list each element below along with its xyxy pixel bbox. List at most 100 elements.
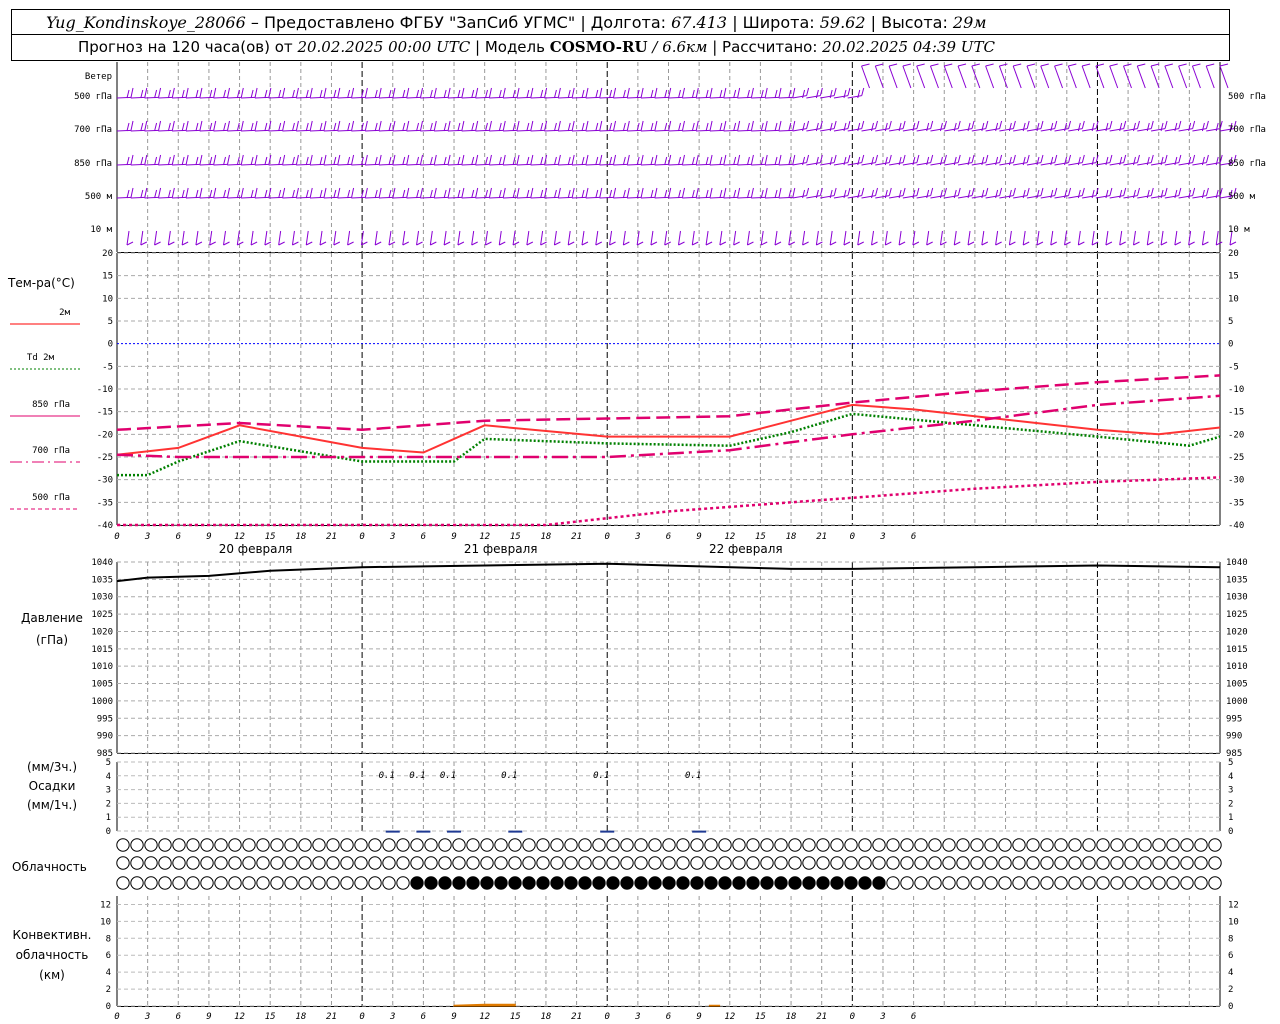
hour-tick-bottom: 3 xyxy=(144,1012,150,1022)
wind-barb xyxy=(981,230,985,246)
wind-barb xyxy=(626,154,630,165)
wind-barb xyxy=(967,189,971,199)
cloud-cell xyxy=(592,876,606,890)
hour-tick-bottom: 6 xyxy=(421,1012,426,1022)
cloud-cell xyxy=(396,838,410,852)
wind-barb xyxy=(488,87,492,98)
wind-barb xyxy=(1146,122,1150,132)
wind-barb xyxy=(540,156,544,166)
wind-barb xyxy=(682,163,697,166)
cloud-cell xyxy=(564,838,578,852)
wind-barb xyxy=(1054,187,1058,196)
cloud-cell xyxy=(368,876,382,890)
wind-barb xyxy=(861,87,865,96)
wind-barb xyxy=(195,241,203,246)
wind-barb xyxy=(365,163,380,166)
wind-barb xyxy=(806,120,810,129)
wind-barb xyxy=(957,162,973,166)
wind-barb xyxy=(337,129,352,132)
wind-barb xyxy=(171,187,175,198)
wind-barb xyxy=(764,187,768,198)
wind-barb xyxy=(512,156,516,166)
pressure-ytick-left: 1025 xyxy=(91,610,113,620)
wind-barb xyxy=(351,196,366,199)
wind-barb xyxy=(1206,162,1221,166)
wind-barb xyxy=(971,120,975,129)
wind-barb xyxy=(291,230,295,246)
cloud-cell xyxy=(452,838,466,852)
wind-barb xyxy=(898,122,902,132)
wind-barb xyxy=(295,154,299,165)
wind-barb xyxy=(1174,230,1178,246)
wind-barb xyxy=(705,230,709,246)
temp-ytick-right: -10 xyxy=(1228,385,1244,395)
wind-barb xyxy=(1178,128,1193,132)
cloud-cell xyxy=(746,876,760,890)
pressure-ytick-right: 1020 xyxy=(1226,627,1248,637)
wind-barb xyxy=(760,189,764,199)
wind-barb xyxy=(461,96,476,99)
cloud-cell xyxy=(466,856,480,870)
cloud-cell xyxy=(662,876,676,890)
cloud-cell xyxy=(1082,876,1096,890)
wind-barb xyxy=(585,163,600,166)
wind-barb xyxy=(613,87,617,98)
wind-barb xyxy=(378,129,393,132)
wind-barb xyxy=(250,241,258,246)
cloud-cell xyxy=(354,856,368,870)
hour-tick-bottom: 15 xyxy=(510,1012,521,1022)
wind-barb xyxy=(709,196,724,199)
wind-barb xyxy=(815,230,819,246)
wind-barb xyxy=(1040,128,1055,132)
wind-barb xyxy=(434,96,449,99)
wind-barb xyxy=(999,187,1003,196)
cloud-cell xyxy=(452,856,466,870)
cloud-cell xyxy=(1194,856,1208,870)
wind-barb xyxy=(802,241,809,246)
wind-barb xyxy=(553,230,557,246)
wind-barb xyxy=(943,65,953,89)
wind-barb xyxy=(130,163,145,166)
cloud-cell xyxy=(914,856,928,870)
wind-barb xyxy=(829,89,833,99)
wind-barb xyxy=(1178,162,1193,166)
wind-barb xyxy=(199,196,214,199)
cloud-cell xyxy=(536,838,550,852)
pressure-ytick-right: 995 xyxy=(1226,714,1242,724)
wind-barb xyxy=(678,122,681,132)
wind-barb xyxy=(502,154,506,165)
cloud-cell xyxy=(508,876,522,890)
cloud-cell xyxy=(1180,856,1194,870)
wind-barb xyxy=(305,189,309,199)
wind-level-left: 500 гПа xyxy=(74,92,112,102)
cloud-cell xyxy=(1054,876,1068,890)
wind-barb xyxy=(750,154,754,165)
conv-ytick-left: 12 xyxy=(100,900,111,910)
wind-barb xyxy=(939,156,943,166)
wind-barb xyxy=(1012,65,1022,89)
cloud-cell xyxy=(172,856,186,870)
wind-barb xyxy=(733,230,737,246)
wind-barb xyxy=(223,89,226,99)
wind-barb xyxy=(750,87,754,98)
precip-value: 0.1 xyxy=(593,771,609,781)
conv-ytick-right: 2 xyxy=(1228,985,1233,995)
wind-barb xyxy=(512,189,516,199)
wind-barb xyxy=(1150,65,1160,89)
cloud-cell xyxy=(494,876,508,890)
wind-barb xyxy=(567,241,575,246)
hour-tick-temp: 12 xyxy=(724,532,735,542)
temp-ytick-left: -40 xyxy=(97,521,113,531)
wind-barb xyxy=(857,230,861,246)
wind-barb xyxy=(158,196,173,199)
cloud-cell xyxy=(186,838,200,852)
cloud-cell xyxy=(844,856,858,870)
wind-barb xyxy=(778,163,793,166)
temp-ytick-right: -20 xyxy=(1228,430,1244,440)
wind-barb xyxy=(471,241,478,246)
wind-barb xyxy=(374,122,378,132)
wind-barb xyxy=(995,189,999,199)
wind-barb xyxy=(571,196,587,199)
wind-barb xyxy=(447,87,451,98)
cloud-cell xyxy=(1194,838,1208,852)
